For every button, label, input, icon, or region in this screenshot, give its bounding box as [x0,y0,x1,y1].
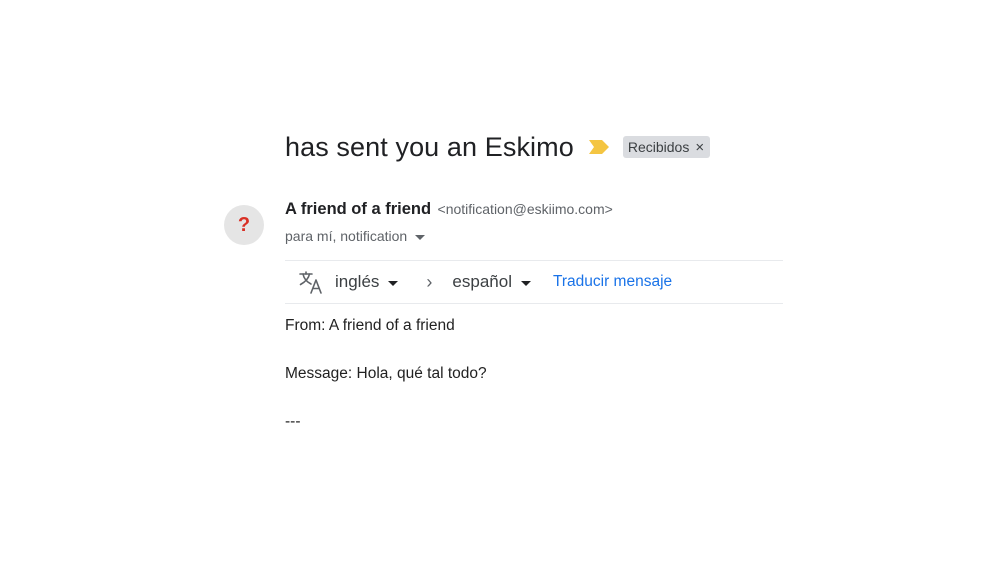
source-language-select[interactable]: inglés [335,272,399,292]
subject-row: has sent you an Eskimo Recibidos × [285,128,711,166]
target-language-select[interactable]: español [452,272,531,292]
chevron-down-icon [520,280,531,286]
translate-bar: inglés › español Traducir mensaje [285,260,783,304]
message-body: From: A friend of a friend Message: Hola… [285,316,487,460]
remove-label-icon[interactable]: × [695,139,704,156]
sender-avatar[interactable]: ? [224,205,264,245]
sender-email: <notification@eskiimo.com> [437,201,613,217]
chevron-right-icon: › [426,271,433,292]
translate-icon [299,271,322,294]
label-chip-recibidos: Recibidos × [622,136,711,158]
email-subject: has sent you an Eskimo [285,131,574,162]
sender-row: A friend of a friend <notification@eskii… [285,200,613,219]
sender-name: A friend of a friend [285,200,432,218]
body-from-line: From: A friend of a friend [285,317,455,334]
body-message-line: Message: Hola, qué tal todo? [285,365,487,382]
recipients-text: para mí, notification [285,228,408,244]
translate-message-link[interactable]: Traducir mensaje [553,273,672,291]
recipients-details-toggle[interactable]: para mí, notification [285,228,426,244]
label-chip-text: Recibidos [627,139,690,155]
body-separator: --- [285,413,301,430]
question-mark-icon: ? [237,213,251,236]
target-language-label: español [452,272,512,291]
chevron-down-icon [388,280,399,286]
importance-marker-icon[interactable] [588,140,609,154]
source-language-label: inglés [335,272,380,291]
chevron-down-icon[interactable] [415,234,426,240]
